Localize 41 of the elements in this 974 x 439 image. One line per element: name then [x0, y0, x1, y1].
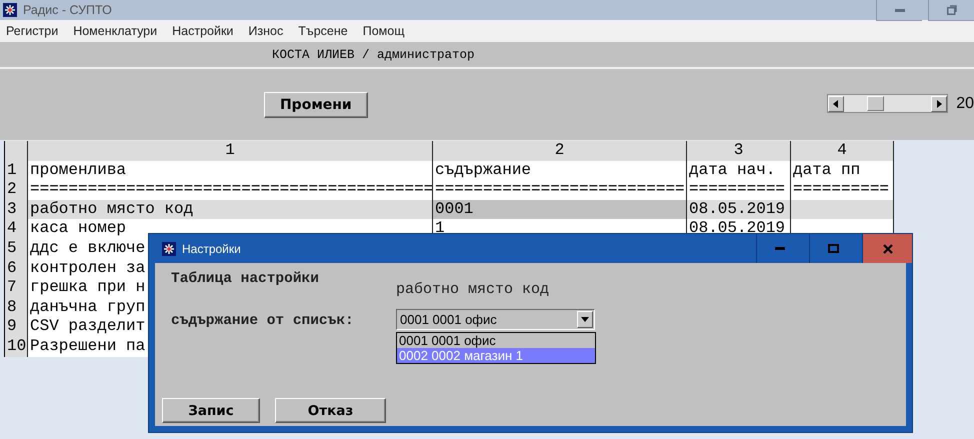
row-number: 6 — [5, 258, 28, 278]
row-number: 2 — [5, 180, 28, 200]
minimize-icon — [775, 247, 785, 250]
row-number: 7 — [5, 278, 28, 298]
cancel-button[interactable]: Отказ — [275, 398, 386, 423]
right-arrow-icon — [936, 100, 942, 108]
table-row[interactable]: 3 работно място код 0001 08.05.2019 — [5, 200, 893, 220]
window-title: Радис - СУПТО — [23, 3, 112, 17]
row-number: 1 — [5, 160, 28, 180]
row-number: 9 — [5, 317, 28, 337]
change-button[interactable]: Промени — [264, 92, 368, 118]
scroll-thumb[interactable] — [866, 96, 884, 111]
app-logo-icon — [162, 242, 176, 256]
dialog-title: Настройки — [182, 242, 241, 256]
scroll-value: 20 — [956, 94, 974, 112]
menu-item[interactable]: Износ — [248, 24, 284, 38]
row-number: 3 — [5, 200, 28, 220]
scroll-bar[interactable] — [826, 94, 948, 113]
table-cell: 0001 — [433, 200, 687, 220]
menu-item[interactable]: Помощ — [362, 24, 404, 38]
user-label: КОСТА ИЛИЕВ / администратор — [0, 42, 974, 69]
menu-item[interactable]: Настройки — [172, 24, 234, 38]
table-row[interactable]: 1 променлива съдържание дата нач. дата пп — [5, 160, 893, 180]
menu-item[interactable]: Регистри — [6, 24, 58, 38]
left-arrow-icon — [833, 100, 838, 108]
menu-item[interactable]: Номенклатури — [73, 24, 158, 38]
dropdown-arrow-icon — [581, 317, 589, 322]
row-number: 4 — [5, 219, 28, 239]
minimize-icon — [894, 8, 904, 12]
row-number: 10 — [5, 336, 28, 357]
close-icon — [882, 244, 892, 254]
row-number: 8 — [5, 298, 28, 318]
table-row[interactable]: 2 ==================================================================== ========== ========== — [5, 180, 893, 200]
close-button[interactable] — [862, 234, 912, 263]
menu-item[interactable]: Търсене — [298, 24, 348, 38]
dropdown[interactable]: 0001 0001 офис — [396, 309, 595, 330]
row-number: 5 — [5, 238, 28, 259]
maximize-icon — [828, 244, 838, 253]
restore-icon — [946, 5, 956, 15]
app-logo-icon — [3, 3, 17, 17]
save-button[interactable]: Запис — [162, 398, 260, 423]
